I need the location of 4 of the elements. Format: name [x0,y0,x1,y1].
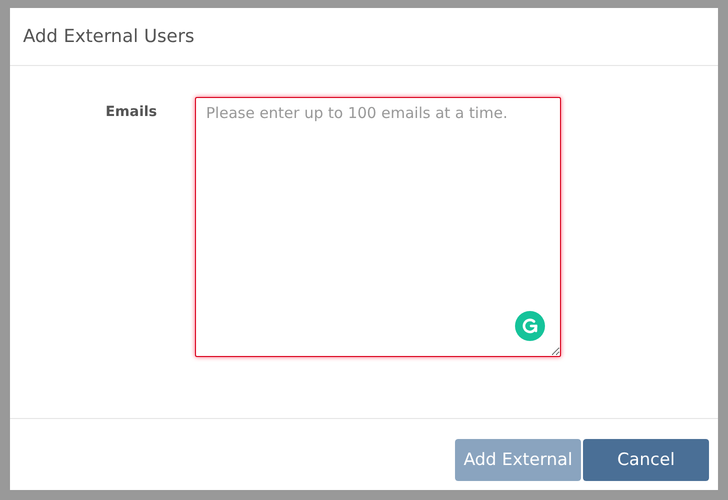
emails-field[interactable]: Please enter up to 100 emails at a time. [195,97,561,357]
emails-label: Emails [104,103,157,122]
cancel-button[interactable]: Cancel [583,439,709,481]
dialog-title: Add External Users [23,26,194,47]
